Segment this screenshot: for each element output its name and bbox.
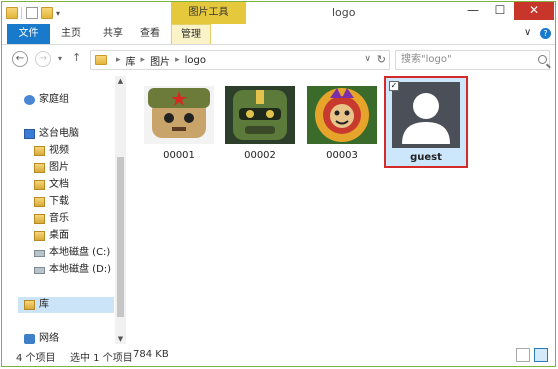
up-button[interactable]: ↑ [72,51,81,64]
search-icon[interactable] [538,55,547,64]
nav-item-libraries[interactable]: 库 [18,297,114,313]
folder-icon [6,7,18,19]
nav-item-pictures[interactable]: 图片 [34,160,69,176]
picture-tools-tab-group: 图片工具 [171,2,246,24]
breadcrumb-pictures[interactable]: 图片 [150,53,170,68]
file-thumbnail [144,86,214,144]
nav-item-label: 文档 [49,179,69,190]
tab-file[interactable]: 文件 [7,24,50,44]
nav-item-drive-c[interactable]: 本地磁盘 (C:) [34,245,110,261]
file-item-selected[interactable]: ✓ guest [384,76,468,168]
navigation-pane: 家庭组 这台电脑 视频 图片 文档 下载 音乐 桌面 本地磁盘 (C:) 本地磁… [2,76,127,344]
desktop-folder-icon [34,231,45,241]
properties-icon[interactable] [26,7,38,19]
nav-item-videos[interactable]: 视频 [34,143,69,159]
nav-item-downloads[interactable]: 下载 [34,194,69,210]
selection-count: 选中 1 个项目 [70,353,133,364]
tab-manage[interactable]: 管理 [171,24,211,44]
status-bar: 4 个项目 选中 1 个项目 784 KB [2,346,555,366]
nav-item-label: 家庭组 [39,94,69,105]
homegroup-icon [24,95,35,105]
large-icons-view-icon[interactable] [534,348,548,362]
back-button[interactable]: ← [12,51,28,67]
help-icon[interactable]: ? [540,28,551,39]
file-name: 00002 [244,150,276,161]
computer-icon [24,129,35,139]
close-button[interactable]: ✕ [514,2,554,20]
nav-item-this-pc[interactable]: 这台电脑 [24,126,79,142]
breadcrumb-libraries[interactable]: 库 [126,53,136,68]
nav-item-label: 桌面 [49,230,69,241]
title-bar: ▾ 图片工具 logo — ☐ ✕ [2,2,555,24]
divider [21,7,22,19]
new-folder-icon[interactable] [41,7,53,19]
drive-d-icon [34,266,45,274]
breadcrumb-separator[interactable]: ▸ [141,55,146,65]
file-name: 00001 [163,150,195,161]
forward-button[interactable]: → [35,51,51,67]
nav-item-label: 音乐 [49,213,69,224]
nav-item-label: 下载 [49,196,69,207]
nav-pane-scrollbar[interactable]: ▲ ▼ [115,76,126,344]
tab-share[interactable]: 共享 [96,24,130,44]
music-folder-icon [34,214,45,224]
scroll-down-icon[interactable]: ▼ [115,335,126,343]
network-icon [24,334,35,344]
selection-checkbox[interactable]: ✓ [389,81,399,91]
user-avatar-thumbnail [392,82,460,148]
customize-toolbar-icon[interactable]: ▾ [56,9,60,18]
folder-icon [95,55,107,65]
address-dropdown-icon[interactable]: ∨ [364,54,371,64]
navigation-bar: ← → ▾ ↑ ▸ 库 ▸ 图片 ▸ logo ∨ ↻ 搜索"logo" [2,49,555,71]
item-count: 4 个项目 [16,353,56,364]
nav-item-label: 本地磁盘 (D:) [49,264,112,275]
libraries-icon [24,300,35,310]
nav-item-drive-d[interactable]: 本地磁盘 (D:) [34,262,111,278]
breadcrumb-separator[interactable]: ▸ [175,55,180,65]
nav-item-documents[interactable]: 文档 [34,177,69,193]
file-name: 00003 [326,150,358,161]
window-title: logo [332,6,356,19]
downloads-folder-icon [34,197,45,207]
details-view-icon[interactable] [516,348,530,362]
file-view: 00001 00002 00003 ✓ guest [128,76,555,344]
nav-item-homegroup[interactable]: 家庭组 [24,92,69,108]
search-input[interactable]: 搜索"logo" [395,50,550,70]
drive-c-icon [34,249,45,257]
minimize-button[interactable]: — [460,2,486,20]
nav-item-label: 图片 [49,162,69,173]
videos-folder-icon [34,146,45,156]
breadcrumb-separator[interactable]: ▸ [116,55,121,65]
nav-item-label: 网络 [39,333,59,344]
expand-ribbon-icon[interactable]: ∨ [524,27,531,38]
nav-item-label: 库 [39,299,49,310]
explorer-window: ▾ 图片工具 logo — ☐ ✕ 文件 主页 共享 查看 管理 ∨ ? ← →… [1,1,556,367]
file-name: guest [410,152,442,163]
recent-locations-icon[interactable]: ▾ [58,54,62,63]
file-thumbnail [225,86,295,144]
pictures-folder-icon [34,163,45,173]
nav-item-network[interactable]: 网络 [24,331,59,347]
refresh-icon[interactable]: ↻ [377,53,386,66]
quick-access-toolbar: ▾ [6,6,60,20]
nav-item-label: 视频 [49,145,69,156]
ribbon-tabs: 文件 主页 共享 查看 管理 ∨ ? [2,24,555,45]
tab-view[interactable]: 查看 [133,24,167,44]
tab-home[interactable]: 主页 [54,24,88,44]
nav-item-label: 这台电脑 [39,128,79,139]
address-bar[interactable]: ▸ 库 ▸ 图片 ▸ logo ∨ ↻ [90,50,390,70]
breadcrumb-logo[interactable]: logo [185,55,206,66]
selection-size: 784 KB [133,349,169,360]
file-thumbnail [307,86,377,144]
scrollbar-thumb[interactable] [117,157,124,317]
scroll-up-icon[interactable]: ▲ [115,77,126,85]
maximize-button[interactable]: ☐ [487,2,513,20]
nav-item-music[interactable]: 音乐 [34,211,69,227]
nav-item-label: 本地磁盘 (C:) [49,247,111,258]
nav-item-desktop[interactable]: 桌面 [34,228,69,244]
documents-folder-icon [34,180,45,190]
